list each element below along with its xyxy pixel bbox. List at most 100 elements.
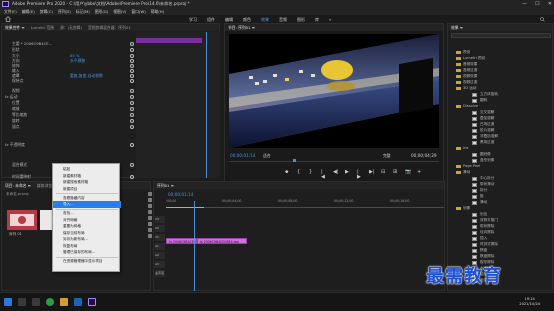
file-explorer-icon[interactable] [60,298,68,306]
track-header[interactable]: A1 [155,243,165,250]
transport-button[interactable]: ▶ [345,170,350,175]
slip-tool-icon[interactable] [148,216,152,220]
menu-item[interactable]: 标记(M) [76,9,90,15]
transport-button[interactable]: 📷 [405,170,411,175]
track-header[interactable]: 主声道 [155,270,165,277]
task-view-icon[interactable] [32,298,40,306]
effects-tree-item[interactable]: 双侧平推门 [480,218,498,223]
project-panel-tab[interactable]: 项目: 未命名 ≡ [5,183,31,189]
effects-tree-item[interactable]: 时钟式擦除 [480,242,498,247]
reset-icon[interactable] [130,94,134,99]
reset-icon[interactable] [130,68,134,73]
context-menu-item[interactable]: 管理已保存的布局... [53,249,121,256]
effects-tree-item[interactable]: 胶片溶解 [480,128,494,133]
effects-tree-item[interactable]: 立方体旋转 [480,92,498,97]
timeline-clip[interactable]: fx 2006C9B4CE0BE4.jpg [196,238,247,244]
reset-icon[interactable] [130,47,134,52]
transport-button[interactable]: ⊞ [393,170,398,175]
reset-icon[interactable] [130,78,134,83]
transport-button[interactable]: ⊟ [381,170,386,175]
premiere-taskbar-icon[interactable] [88,298,96,306]
menu-item[interactable]: 帮助(H) [151,9,164,15]
effects-tree-item[interactable]: 插入 [480,236,487,241]
effects-search-input[interactable] [451,33,551,38]
effects-tree-item[interactable]: 白场过渡 [480,122,494,127]
transport-button[interactable]: ▶| [369,170,375,175]
effects-tree-item[interactable]: 棋盘擦除 [480,254,494,259]
program-resolution-dropdown[interactable]: 完整 [383,153,391,159]
razor-tool-icon[interactable] [148,210,152,214]
menu-item[interactable]: 图形(G) [95,9,109,15]
effects-tree-item[interactable]: 带状滑动 [480,182,494,187]
selection-tool-icon[interactable] [148,192,152,196]
reset-icon[interactable] [130,88,134,93]
reset-icon[interactable] [130,58,134,63]
effects-tree-item[interactable]: 棋盘 [480,248,487,253]
effect-panel-tab[interactable]: 音频剪辑混合器：序列01 [88,25,131,31]
menu-item[interactable]: 视图(V) [113,9,126,15]
project-clip-thumbnail[interactable] [7,210,37,230]
reset-icon[interactable] [130,100,134,105]
effect-panel-tab[interactable]: 效果控件 ≡ [5,25,25,31]
track-header[interactable]: V1 [155,234,165,241]
reset-icon[interactable] [130,112,134,117]
effects-tree-item[interactable]: 预设 [463,50,470,55]
effects-tree-item[interactable]: 非叠加溶解 [480,134,498,139]
reset-icon[interactable] [130,63,134,68]
effects-tree-item[interactable]: 盒形划像 [480,158,494,163]
effects-tree-item[interactable]: 带状擦除 [480,224,494,229]
effects-tree-item[interactable]: Lumetri 预设 [463,56,485,61]
hand-tool-icon[interactable] [148,228,152,232]
effects-tree-item[interactable]: Dissolve [463,104,478,109]
timeline-timecode[interactable]: 00;00;01;14 [168,192,194,197]
effects-tree-item[interactable]: 滑动 [463,170,470,175]
reset-icon[interactable] [130,124,134,129]
context-menu-item[interactable]: 在资源管理器中显示项目 [53,258,121,265]
taskbar-clock[interactable]: 19:14 2021/10/24 [519,297,540,307]
effects-tree-item[interactable]: 视频效果 [463,74,477,79]
effects-tree-item[interactable]: 中心拆分 [480,176,494,181]
program-scrub-bar[interactable] [229,161,439,162]
reset-icon[interactable] [130,41,134,46]
transport-button[interactable]: } [309,170,314,175]
tab-effects[interactable]: 效果 ≡ [451,25,463,31]
effects-tree-item[interactable]: 音频过渡 [463,68,477,73]
effect-mini-clip[interactable] [136,38,202,43]
tab-program[interactable]: 节目: 序列01 ≡ [228,25,255,31]
reset-icon[interactable] [130,53,134,58]
program-playhead[interactable] [293,159,296,162]
effect-property-value[interactable]: 水平横移 [70,58,85,64]
track-header[interactable]: A2 [155,252,165,259]
tab-sequence[interactable]: 序列01 ≡ [157,183,174,189]
effects-tree-item[interactable]: 视频过渡 [463,80,477,85]
effects-tree-item[interactable]: 拆分 [480,188,487,193]
effect-panel-tab[interactable]: Lumetri 范围 [31,25,54,31]
timeline-ruler[interactable]: :00;00 00;00;04;00 00;00;08;00 00;00;12;00 0… [166,199,444,208]
effects-tree-item[interactable]: 交叉溶解 [480,110,494,115]
minimize-button[interactable]: — [522,1,527,7]
effect-panel-tab[interactable]: 源：(无剪辑) [60,25,82,31]
reset-icon[interactable] [130,106,134,111]
effects-tree-item[interactable]: 推 [480,194,484,199]
search-icon[interactable] [540,16,545,22]
track-header[interactable]: V3 [155,216,165,223]
effects-tree-item[interactable]: 划像 [463,206,470,211]
timeline-clip[interactable]: fx 2006C9B4CE0BE4.jpg [166,238,197,244]
effect-property-value[interactable]: 重复,复查,自动帧数 [70,73,103,79]
transport-button[interactable]: ◀| [333,170,339,175]
effects-tree-item[interactable]: 滑动 [480,200,487,205]
effects-tree-item[interactable]: 圆划像 [480,152,491,157]
effects-tree-item[interactable]: Iris [463,146,468,151]
type-tool-icon[interactable] [148,234,152,238]
effects-tree-item[interactable]: 叠加溶解 [480,116,494,121]
pen-tool-icon[interactable] [148,222,152,226]
work-area-bar[interactable] [166,207,204,208]
context-menu-item[interactable]: 导入... [53,201,121,208]
close-button[interactable]: ✕ [548,1,552,7]
transport-button[interactable]: |◀ [321,170,326,180]
effect-mini-playhead[interactable] [206,32,207,178]
track-header[interactable]: A3 [155,261,165,268]
maximize-button[interactable]: ☐ [535,1,539,7]
reset-icon[interactable] [130,73,134,78]
search-taskbar-icon[interactable] [18,298,26,306]
